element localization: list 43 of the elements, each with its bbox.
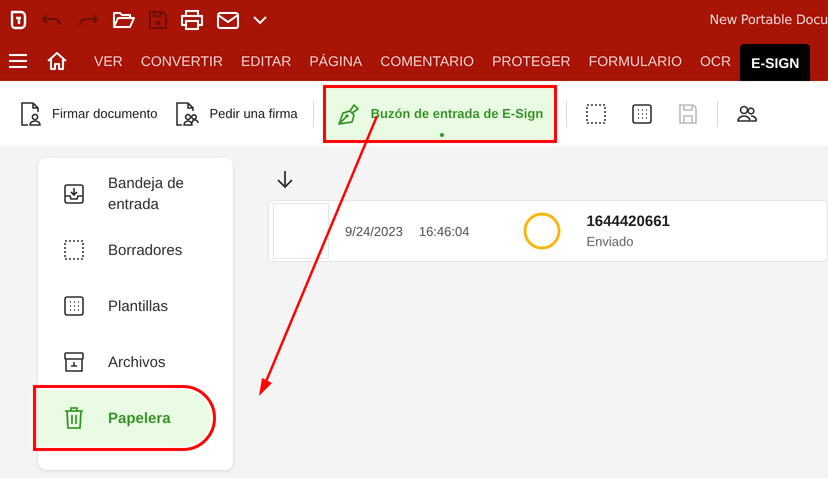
- menu-tab[interactable]: E-SIGN: [740, 44, 810, 81]
- menu-tab[interactable]: FORMULARIO: [580, 40, 691, 81]
- document-date: 9/24/2023: [345, 224, 403, 238]
- toolbar-button[interactable]: Firmar documento: [14, 88, 164, 138]
- people-icon[interactable]: [737, 104, 758, 124]
- mail-icon[interactable]: [217, 12, 239, 28]
- dotted-grid-icon[interactable]: [632, 104, 652, 124]
- document-people-icon: [175, 102, 200, 126]
- menu-tab[interactable]: PÁGINA: [300, 40, 372, 81]
- toolbar-button[interactable]: Buzón de entrada de E-Sign: [322, 84, 558, 142]
- document-status: Enviado: [586, 234, 634, 249]
- sidebar-item[interactable]: Bandeja de entrada: [38, 166, 211, 222]
- dotted-grid-icon: [64, 295, 84, 317]
- toolbar-button[interactable]: Pedir una firma: [169, 88, 304, 138]
- sidebar-item[interactable]: Borradores: [38, 222, 211, 278]
- menu-tab[interactable]: VER: [85, 40, 132, 81]
- pen-nib-icon: [336, 102, 361, 126]
- menu-icon[interactable]: [9, 54, 27, 68]
- sidebar-item[interactable]: Papelera: [38, 390, 211, 446]
- menu-tab[interactable]: COMENTARIO: [371, 40, 484, 81]
- document-thumbnail: [273, 203, 329, 259]
- menu-tab[interactable]: PROTEGER: [483, 40, 580, 81]
- inbox-icon: [64, 183, 84, 205]
- dotted-square-icon: [64, 239, 84, 261]
- menu-tab[interactable]: CONVERTIR: [132, 40, 232, 81]
- dotted-square-icon[interactable]: [586, 104, 606, 124]
- menu-tab[interactable]: EDITAR: [232, 40, 300, 81]
- archive-box-icon: [64, 351, 84, 373]
- document-id: 1644420661: [586, 213, 670, 230]
- document-row[interactable]: 9/24/2023 16:46:04 1644420661 Enviado: [268, 200, 828, 262]
- home-icon[interactable]: [47, 52, 67, 70]
- printer-icon[interactable]: [181, 10, 203, 30]
- app-logo-icon: [9, 10, 27, 30]
- document-time: 16:46:04: [418, 224, 470, 238]
- menu-tab[interactable]: OCR: [691, 40, 740, 81]
- trash-icon: [64, 407, 84, 429]
- sort-down-icon[interactable]: [277, 170, 293, 188]
- window-title: New Portable Docu: [710, 12, 828, 28]
- folder-icon[interactable]: [113, 11, 135, 29]
- sidebar-item[interactable]: Archivos: [38, 334, 211, 390]
- document-person-icon: [20, 102, 42, 126]
- chevron-down-icon[interactable]: [253, 16, 267, 24]
- sidebar-item[interactable]: Plantillas: [38, 278, 211, 334]
